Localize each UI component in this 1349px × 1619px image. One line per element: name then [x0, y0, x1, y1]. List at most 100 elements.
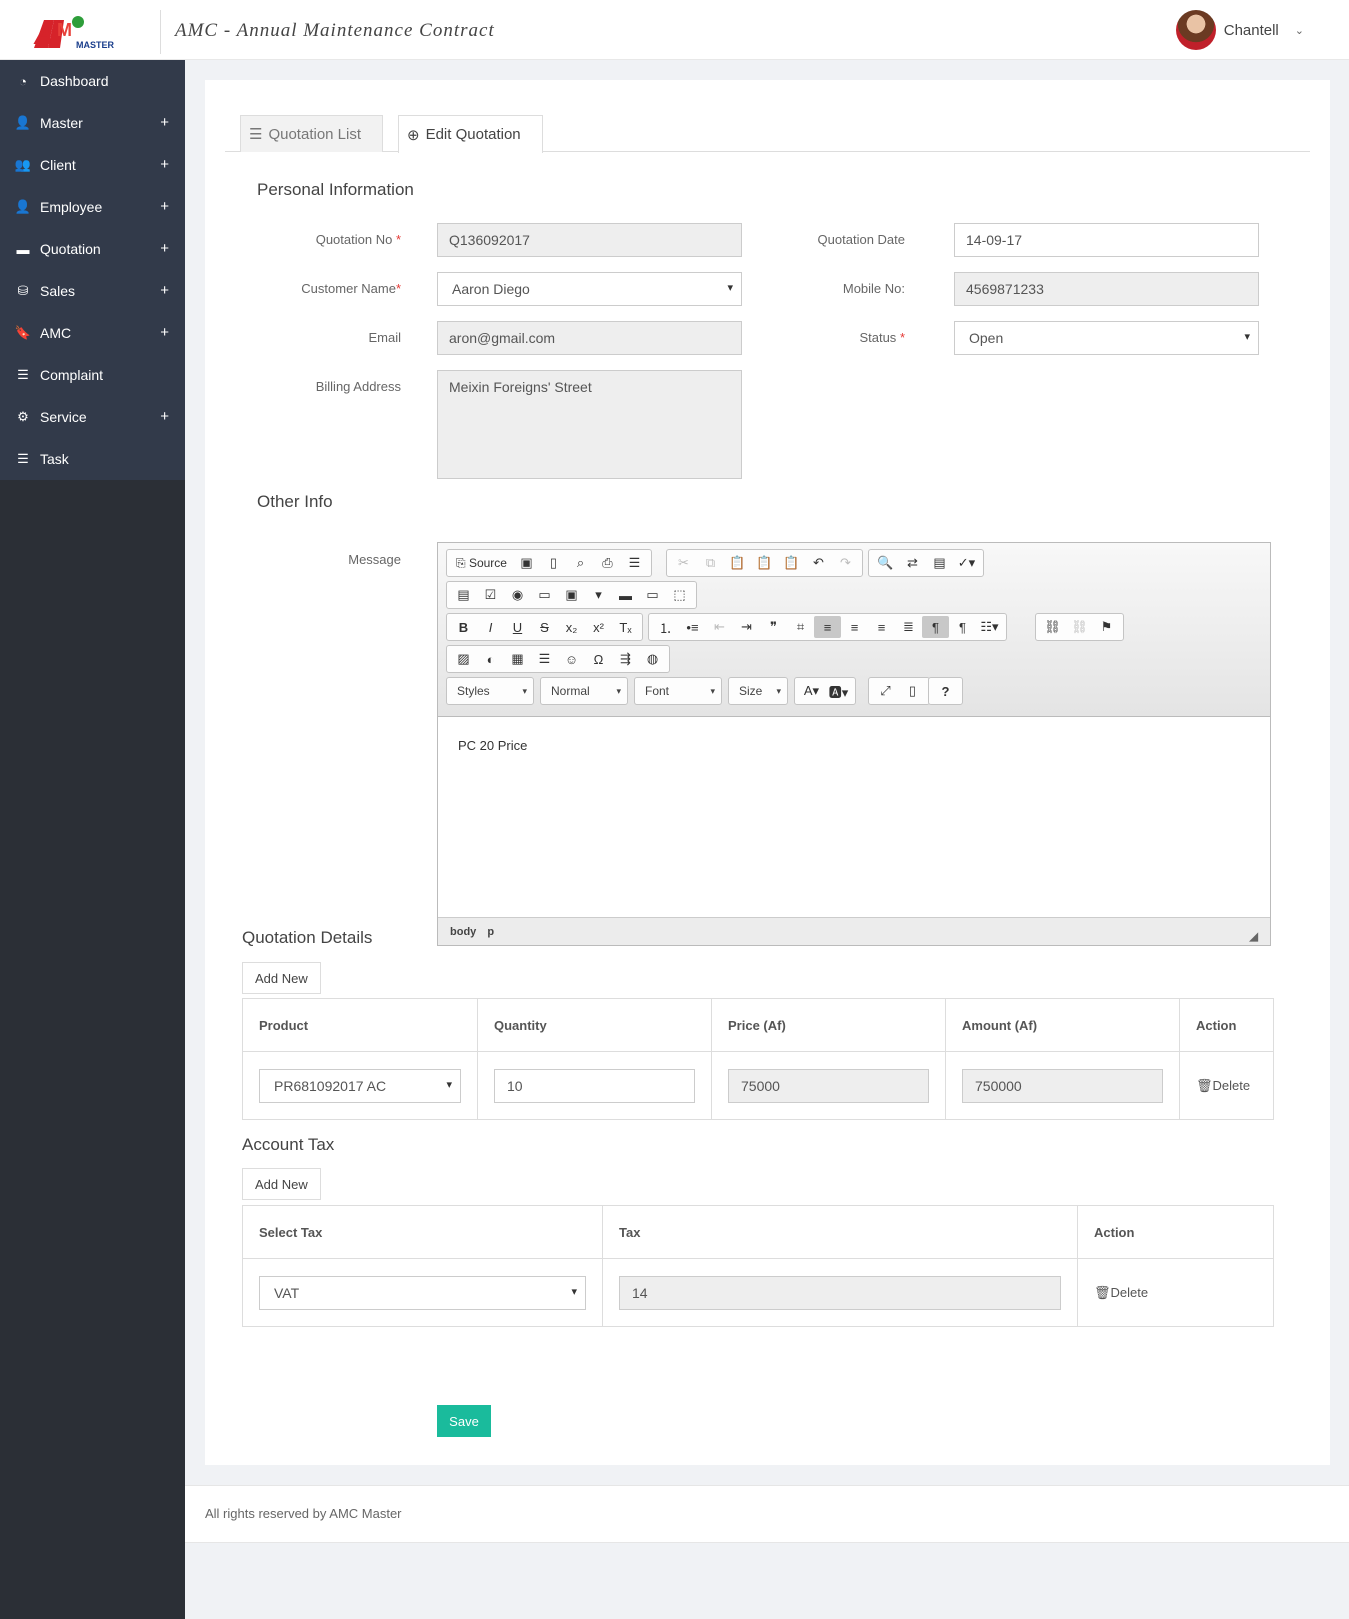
styles-combo[interactable]: Styles [446, 677, 534, 705]
sidebar-item-quotation[interactable]: ▬ Quotation + [0, 228, 185, 270]
find-icon[interactable]: 🔍 [872, 552, 899, 574]
price-field[interactable]: 75000 [728, 1068, 929, 1103]
strike-icon[interactable]: S [531, 616, 558, 638]
paste-icon[interactable]: 📋 [724, 552, 751, 574]
smiley-icon[interactable]: ☺ [558, 648, 585, 670]
avatar[interactable] [1175, 10, 1216, 50]
image-button-icon[interactable]: ▭ [639, 584, 666, 606]
image-icon[interactable]: ▨ [450, 648, 477, 670]
user-name[interactable]: Chantell [1224, 22, 1279, 39]
add-detail-button[interactable]: Add New [242, 962, 321, 994]
rtl-icon[interactable]: ¶ [949, 616, 976, 638]
expand-plus-icon[interactable]: + [160, 240, 169, 257]
delete-tax-button[interactable]: 🗑Delete [1094, 1285, 1148, 1300]
expand-plus-icon[interactable]: + [160, 114, 169, 131]
justify-icon[interactable]: ≣ [895, 616, 922, 638]
font-combo[interactable]: Font [634, 677, 722, 705]
print-icon[interactable]: ⎙ [594, 552, 621, 574]
blockquote-icon[interactable]: ❞ [760, 616, 787, 638]
undo-icon[interactable]: ↶ [805, 552, 832, 574]
table-icon[interactable]: ▦ [504, 648, 531, 670]
remove-format-icon[interactable]: Tₓ [612, 616, 639, 638]
new-page-icon[interactable]: ▯ [540, 552, 567, 574]
tab-edit-quotation[interactable]: ⊕ Edit Quotation [398, 115, 543, 153]
flash-icon[interactable]: ◐ [477, 648, 504, 670]
paste-text-icon[interactable]: 📋 [751, 552, 778, 574]
path-body[interactable]: body [450, 926, 476, 938]
bulleted-list-icon[interactable]: •≡ [679, 616, 706, 638]
sidebar-item-master[interactable]: 👤 Master + [0, 102, 185, 144]
show-blocks-icon[interactable]: ▯ [899, 680, 926, 702]
expand-plus-icon[interactable]: + [160, 282, 169, 299]
underline-icon[interactable]: U [504, 616, 531, 638]
language-icon[interactable]: ☷▾ [976, 616, 1003, 638]
path-p[interactable]: p [487, 926, 494, 938]
resize-handle-icon[interactable]: ◢ [1250, 930, 1258, 943]
amc-master-logo[interactable]: A M MASTER [30, 12, 140, 54]
sidebar-item-sales[interactable]: ⛁ Sales + [0, 270, 185, 312]
select-icon[interactable]: ▾ [585, 584, 612, 606]
text-color-icon[interactable]: A▾ [798, 680, 825, 702]
status-select[interactable]: Open [954, 321, 1259, 355]
outdent-icon[interactable]: ⇤ [706, 616, 733, 638]
email-field[interactable]: aron@gmail.com [437, 321, 742, 355]
italic-icon[interactable]: I [477, 616, 504, 638]
select-all-icon[interactable]: ▤ [926, 552, 953, 574]
paste-word-icon[interactable]: 📋 [778, 552, 805, 574]
textfield-icon[interactable]: ▭ [531, 584, 558, 606]
button-icon[interactable]: ▬ [612, 584, 639, 606]
redo-icon[interactable]: ↷ [832, 552, 859, 574]
sidebar-item-complaint[interactable]: ☰ Complaint [0, 354, 185, 396]
hidden-field-icon[interactable]: ⬚ [666, 584, 693, 606]
special-char-icon[interactable]: Ω [585, 648, 612, 670]
quotation-no-field[interactable]: Q136092017 [437, 223, 742, 257]
bold-icon[interactable]: B [450, 616, 477, 638]
numbered-list-icon[interactable]: ⒈ [652, 616, 679, 638]
spellcheck-icon[interactable]: ✓▾ [953, 552, 980, 574]
radio-icon[interactable]: ◉ [504, 584, 531, 606]
save-doc-icon[interactable]: ▣ [513, 552, 540, 574]
size-combo[interactable]: Size [728, 677, 788, 705]
superscript-icon[interactable]: x² [585, 616, 612, 638]
expand-plus-icon[interactable]: + [160, 156, 169, 173]
expand-plus-icon[interactable]: + [160, 408, 169, 425]
align-left-icon[interactable]: ≡ [814, 616, 841, 638]
unlink-icon[interactable]: ⛓ [1066, 616, 1093, 638]
tax-field[interactable]: 14 [619, 1275, 1061, 1310]
sidebar-item-dashboard[interactable]: ◔ Dashboard [0, 60, 185, 102]
amount-field[interactable]: 750000 [962, 1068, 1163, 1103]
maximize-icon[interactable]: ⤢ [872, 680, 899, 702]
iframe-icon[interactable]: ◍ [639, 648, 666, 670]
expand-plus-icon[interactable]: + [160, 198, 169, 215]
indent-icon[interactable]: ⇥ [733, 616, 760, 638]
sidebar-item-employee[interactable]: 👤 Employee + [0, 186, 185, 228]
expand-plus-icon[interactable]: + [160, 324, 169, 341]
tab-quotation-list[interactable]: ☰ Quotation List [240, 115, 383, 152]
chevron-down-icon[interactable]: ⌄ [1295, 24, 1304, 37]
sidebar-item-service[interactable]: ⚙ Service + [0, 396, 185, 438]
customer-name-select[interactable]: Aaron Diego [437, 272, 742, 306]
help-icon[interactable]: ? [932, 680, 959, 702]
align-right-icon[interactable]: ≡ [868, 616, 895, 638]
page-break-icon[interactable]: ⇶ [612, 648, 639, 670]
user-menu[interactable]: Chantell ⌄ [1175, 10, 1304, 50]
cut-icon[interactable]: ✂ [670, 552, 697, 574]
templates-icon[interactable]: ☰ [621, 552, 648, 574]
billing-address-textarea[interactable]: Meixin Foreigns' Street [437, 370, 742, 479]
horizontal-rule-icon[interactable]: ☰ [531, 648, 558, 670]
preview-icon[interactable]: ⌕ [567, 552, 594, 574]
replace-icon[interactable]: ⇄ [899, 552, 926, 574]
link-icon[interactable]: ⛓ [1039, 616, 1066, 638]
anchor-icon[interactable]: ⚑ [1093, 616, 1120, 638]
sidebar-item-amc[interactable]: 🔖 AMC + [0, 312, 185, 354]
sidebar-item-client[interactable]: 👥 Client + [0, 144, 185, 186]
mobile-field[interactable]: 4569871233 [954, 272, 1259, 306]
align-center-icon[interactable]: ≡ [841, 616, 868, 638]
bg-color-icon[interactable]: 🅰▾ [825, 680, 852, 702]
message-editor[interactable]: ⎘ Source ▣ ▯ ⌕ ⎙ ☰ ✂ ⧉ 📋 📋 📋 ↶ ↷ 🔍 ⇄ ▤ ✓ [437, 542, 1271, 946]
source-button[interactable]: ⎘ Source [450, 552, 513, 574]
copy-icon[interactable]: ⧉ [697, 552, 724, 574]
checkbox-icon[interactable]: ☑ [477, 584, 504, 606]
product-select[interactable]: PR681092017 AC [259, 1068, 461, 1103]
form-icon[interactable]: ▤ [450, 584, 477, 606]
